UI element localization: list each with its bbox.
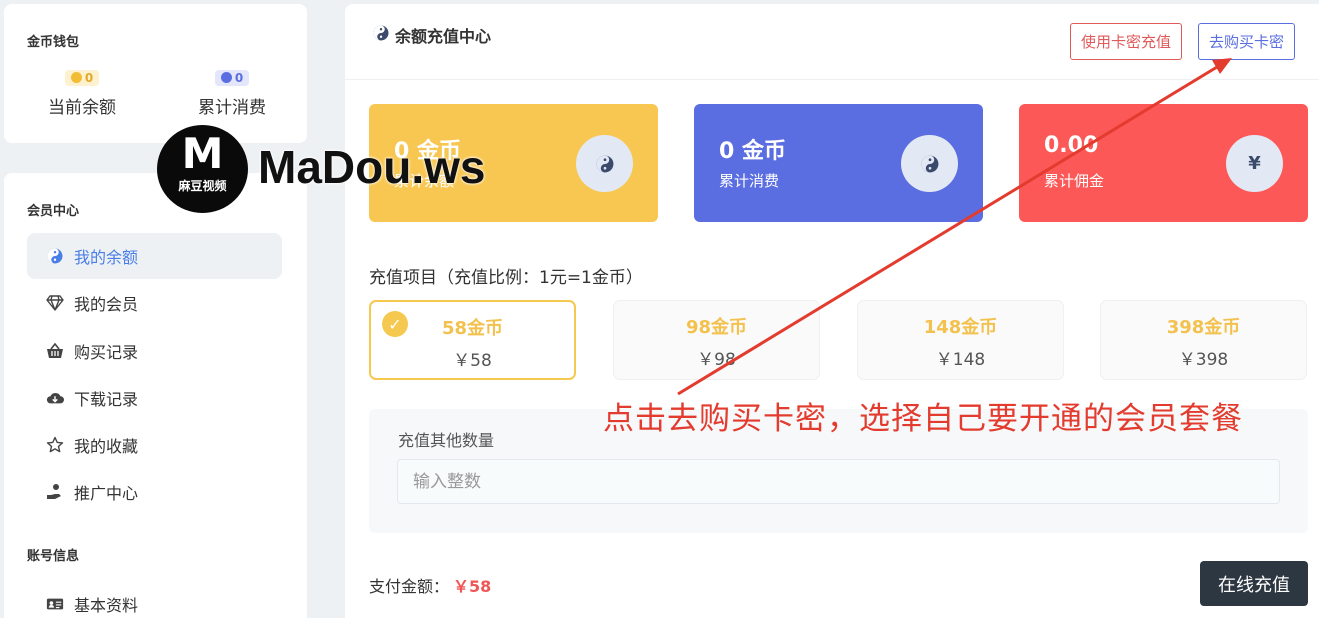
packages-title: 充值项目（充值比例：1元=1金币）	[369, 268, 643, 288]
spent-label: 累计消费	[198, 98, 266, 118]
yin-yang-icon	[901, 135, 958, 192]
yin-yang-icon	[576, 135, 633, 192]
sidebar-item-favorites[interactable]: 我的收藏	[27, 422, 282, 468]
stat-value: 0.00	[1044, 133, 1099, 158]
sidebar-item-membership[interactable]: 我的会员	[27, 280, 282, 326]
sidebar-item-label: 下载记录	[74, 390, 139, 409]
pay-amount: ￥58	[453, 577, 492, 596]
wallet-title: 金币钱包	[27, 35, 80, 50]
balance-stat: 0 当前余额	[12, 68, 152, 118]
stat-card-spent: 0 金币 累计消费	[694, 104, 983, 222]
spent-badge: 0	[214, 69, 250, 86]
sidebar-item-balance[interactable]: 我的余额	[27, 233, 282, 279]
package-option-398[interactable]: 398金币 ￥398	[1100, 300, 1307, 380]
sidebar-item-label: 基本资料	[74, 596, 139, 615]
cloud-download-icon	[46, 389, 64, 407]
id-card-icon	[46, 595, 64, 613]
sidebar-item-promotion[interactable]: 推广中心	[27, 469, 282, 515]
main-header: 余额充值中心 使用卡密充值 去购买卡密	[345, 4, 1319, 80]
coin-icon	[70, 72, 82, 83]
watermark-text: MaDou.ws	[258, 141, 486, 193]
stat-value: 0 金币	[719, 139, 786, 164]
watermark-logo: M 麻豆视频	[157, 125, 248, 213]
basket-icon	[46, 342, 64, 360]
stat-label: 累计消费	[719, 172, 780, 190]
diamond-icon	[46, 294, 64, 312]
package-price: ￥98	[697, 350, 736, 370]
sidebar-item-purchases[interactable]: 购买记录	[27, 328, 282, 374]
balance-value: 0	[84, 70, 94, 85]
section-member-title: 会员中心	[27, 204, 80, 219]
watermark-logo-sub: 麻豆视频	[178, 179, 227, 193]
package-price: ￥58	[453, 351, 492, 371]
section-account-title: 账号信息	[27, 549, 80, 564]
hand-coin-icon	[46, 483, 64, 501]
stat-label: 累计佣金	[1044, 172, 1105, 190]
package-coins: 98金币	[685, 317, 748, 338]
online-recharge-button[interactable]: 在线充值	[1200, 561, 1308, 606]
sidebar-item-downloads[interactable]: 下载记录	[27, 375, 282, 421]
watermark-logo-letter: M	[181, 129, 224, 178]
sidebar-menu: 会员中心 我的余额 我的会员 购买记录 下载记录 我的收藏 推广中心 账号信息 …	[4, 173, 307, 618]
sidebar-item-label: 我的收藏	[74, 437, 139, 456]
sidebar-item-label: 推广中心	[74, 484, 139, 503]
spent-value: 0	[234, 70, 244, 85]
yin-yang-icon	[46, 247, 64, 265]
spent-stat: 0 累计消费	[162, 68, 302, 118]
page-title: 余额充值中心	[373, 23, 491, 47]
card-recharge-button[interactable]: 使用卡密充值	[1070, 23, 1183, 60]
package-price: ￥148	[935, 350, 986, 370]
sidebar-item-label: 我的会员	[74, 295, 139, 314]
other-amount-input[interactable]	[397, 459, 1280, 504]
package-option-148[interactable]: 148金币 ￥148	[857, 300, 1064, 380]
page-title-text: 余额充值中心	[395, 27, 492, 46]
package-coins: 398金币	[1166, 317, 1241, 338]
annotation-text: 点击去购买卡密，选择自己要开通的会员套餐	[603, 401, 1243, 437]
wallet-card: 金币钱包 0 当前余额 0 累计消费	[4, 4, 307, 143]
package-option-98[interactable]: 98金币 ￥98	[613, 300, 820, 380]
check-icon: ✓	[382, 311, 408, 337]
balance-badge: 0	[64, 69, 100, 86]
buy-card-button[interactable]: 去购买卡密	[1198, 23, 1296, 60]
page: 金币钱包 0 当前余额 0 累计消费 会员中心 我的余额 我的会员 购买记录 下…	[0, 0, 1319, 618]
pay-label: 支付金额：	[369, 577, 450, 596]
sidebar-item-label: 我的余额	[74, 248, 139, 267]
coin-icon	[220, 72, 232, 83]
package-coins: 148金币	[923, 317, 998, 338]
balance-label: 当前余额	[48, 98, 116, 118]
other-amount-label: 充值其他数量	[398, 431, 495, 450]
sidebar-item-label: 购买记录	[74, 343, 139, 362]
yin-yang-icon	[373, 25, 389, 45]
package-price: ￥398	[1178, 350, 1229, 370]
star-icon	[46, 436, 64, 454]
sidebar-item-profile[interactable]: 基本资料	[27, 581, 282, 618]
stat-card-commission: 0.00 累计佣金 ¥	[1019, 104, 1308, 222]
main-panel: 余额充值中心 使用卡密充值 去购买卡密 0 金币 累计余额 0 金币 累计消费 …	[345, 4, 1319, 618]
pay-amount-row: 支付金额： ￥58	[369, 573, 491, 597]
yen-icon: ¥	[1226, 135, 1283, 192]
package-option-58[interactable]: ✓ 58金币 ￥58	[369, 300, 576, 380]
